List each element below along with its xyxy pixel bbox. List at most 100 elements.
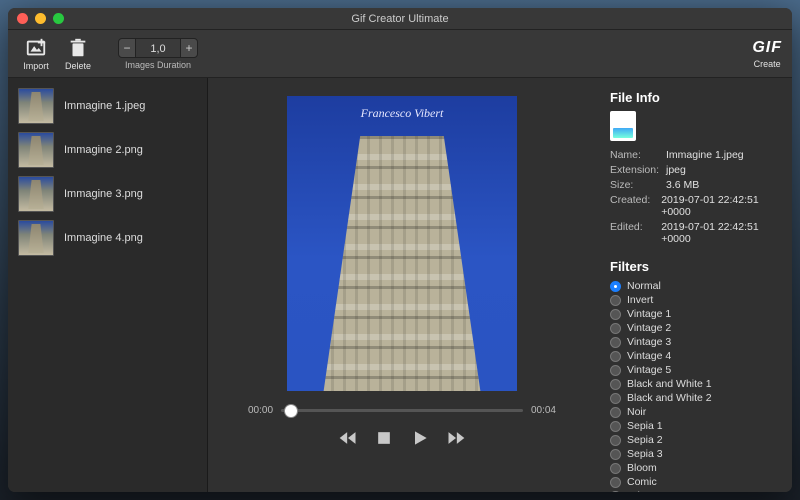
radio-icon — [610, 281, 621, 292]
filter-option-normal[interactable]: Normal — [610, 280, 780, 293]
file-type-icon — [610, 111, 636, 141]
sidebar-item-3[interactable]: Immagine 4.png — [8, 216, 207, 260]
filter-option-vintage-3[interactable]: Vintage 3 — [610, 336, 780, 349]
filter-label: Sepia 1 — [627, 420, 663, 433]
info-panel: File Info Name:Immagine 1.jpeg Extension… — [596, 78, 792, 492]
filter-option-sepia-2[interactable]: Sepia 2 — [610, 434, 780, 447]
filter-label: Vintage 5 — [627, 364, 671, 377]
thumbnail-label: Immagine 2.png — [64, 144, 143, 156]
radio-icon — [610, 337, 621, 348]
filter-label: Invert — [627, 294, 653, 307]
delete-label: Delete — [65, 61, 91, 71]
info-created-key: Created: — [610, 194, 661, 218]
sidebar-item-2[interactable]: Immagine 3.png — [8, 172, 207, 216]
radio-icon — [610, 393, 621, 404]
filter-option-black-and-white-2[interactable]: Black and White 2 — [610, 392, 780, 405]
radio-icon — [610, 365, 621, 376]
filter-label: Normal — [627, 280, 661, 293]
filter-label: Comic — [627, 476, 657, 489]
watermark-text: Francesco Vibert — [287, 106, 517, 121]
filter-label: Vintage 2 — [627, 322, 671, 335]
thumbnail-label: Immagine 3.png — [64, 188, 143, 200]
gif-logo-icon: GIF — [752, 39, 782, 57]
radio-icon — [610, 379, 621, 390]
info-size-value: 3.6 MB — [666, 179, 699, 191]
import-label: Import — [23, 61, 49, 71]
timeline: 00:00 00:04 — [218, 405, 586, 416]
thumbnail-sidebar[interactable]: Immagine 1.jpeg Immagine 2.png Immagine 3.… — [8, 78, 208, 492]
filter-option-invert[interactable]: Invert — [610, 294, 780, 307]
filter-label: Black and White 2 — [627, 392, 712, 405]
forward-button[interactable] — [446, 428, 466, 448]
duration-increment-button[interactable]: + — [180, 38, 198, 58]
delete-button[interactable]: Delete — [60, 37, 96, 71]
info-name-key: Name: — [610, 149, 666, 161]
stop-button[interactable] — [374, 428, 394, 448]
radio-icon — [610, 435, 621, 446]
info-ext-key: Extension: — [610, 164, 666, 176]
radio-icon — [610, 421, 621, 432]
timeline-knob[interactable] — [285, 405, 297, 417]
radio-icon — [610, 407, 621, 418]
filter-option-vintage-2[interactable]: Vintage 2 — [610, 322, 780, 335]
thumbnail-label: Immagine 4.png — [64, 232, 143, 244]
radio-icon — [610, 449, 621, 460]
filter-label: Edges — [627, 490, 657, 492]
info-created-value: 2019-07-01 22:42:51 +0000 — [661, 194, 780, 218]
filter-option-black-and-white-1[interactable]: Black and White 1 — [610, 378, 780, 391]
thumbnail-icon — [18, 132, 54, 168]
timeline-track[interactable] — [281, 409, 523, 412]
radio-icon — [610, 295, 621, 306]
sidebar-item-0[interactable]: Immagine 1.jpeg — [8, 84, 207, 128]
app-window: Gif Creator Ultimate Import Delete − 1,0… — [8, 8, 792, 492]
play-button[interactable] — [410, 428, 430, 448]
filter-label: Vintage 1 — [627, 308, 671, 321]
radio-icon — [610, 491, 621, 492]
thumbnail-label: Immagine 1.jpeg — [64, 100, 145, 112]
import-image-icon — [25, 37, 47, 59]
filter-label: Bloom — [627, 462, 657, 475]
filter-option-vintage-1[interactable]: Vintage 1 — [610, 308, 780, 321]
filter-option-noir[interactable]: Noir — [610, 406, 780, 419]
duration-label: Images Duration — [125, 60, 191, 70]
sidebar-item-1[interactable]: Immagine 2.png — [8, 128, 207, 172]
filter-option-edges[interactable]: Edges — [610, 490, 780, 492]
filter-label: Sepia 2 — [627, 434, 663, 447]
thumbnail-icon — [18, 88, 54, 124]
titlebar[interactable]: Gif Creator Ultimate — [8, 8, 792, 30]
thumbnail-icon — [18, 220, 54, 256]
playback-controls — [338, 428, 466, 448]
preview-area: Francesco Vibert 00:00 00:04 — [208, 78, 596, 492]
radio-icon — [610, 323, 621, 334]
filter-option-bloom[interactable]: Bloom — [610, 462, 780, 475]
filter-option-vintage-4[interactable]: Vintage 4 — [610, 350, 780, 363]
filter-option-vintage-5[interactable]: Vintage 5 — [610, 364, 780, 377]
main-content: Immagine 1.jpeg Immagine 2.png Immagine 3.… — [8, 78, 792, 492]
radio-icon — [610, 351, 621, 362]
duration-stepper: − 1,0 + Images Duration — [118, 38, 198, 70]
file-info-heading: File Info — [610, 90, 780, 105]
filter-label: Sepia 3 — [627, 448, 663, 461]
time-end: 00:04 — [531, 405, 556, 416]
info-ext-value: jpeg — [666, 164, 686, 176]
create-gif-button[interactable]: GIF Create — [752, 39, 782, 69]
radio-icon — [610, 309, 621, 320]
info-edited-key: Edited: — [610, 221, 661, 245]
filter-option-sepia-3[interactable]: Sepia 3 — [610, 448, 780, 461]
image-preview: Francesco Vibert — [287, 96, 517, 391]
create-label: Create — [754, 59, 781, 69]
info-size-key: Size: — [610, 179, 666, 191]
filter-option-sepia-1[interactable]: Sepia 1 — [610, 420, 780, 433]
filters-heading: Filters — [610, 259, 780, 274]
toolbar: Import Delete − 1,0 + Images Duration GI… — [8, 30, 792, 78]
filter-option-comic[interactable]: Comic — [610, 476, 780, 489]
import-button[interactable]: Import — [18, 37, 54, 71]
filter-label: Black and White 1 — [627, 378, 712, 391]
duration-decrement-button[interactable]: − — [118, 38, 136, 58]
preview-image-content: Francesco Vibert — [287, 96, 517, 391]
info-name-value: Immagine 1.jpeg — [666, 149, 744, 161]
info-edited-value: 2019-07-01 22:42:51 +0000 — [661, 221, 780, 245]
radio-icon — [610, 463, 621, 474]
filter-label: Vintage 4 — [627, 350, 671, 363]
rewind-button[interactable] — [338, 428, 358, 448]
